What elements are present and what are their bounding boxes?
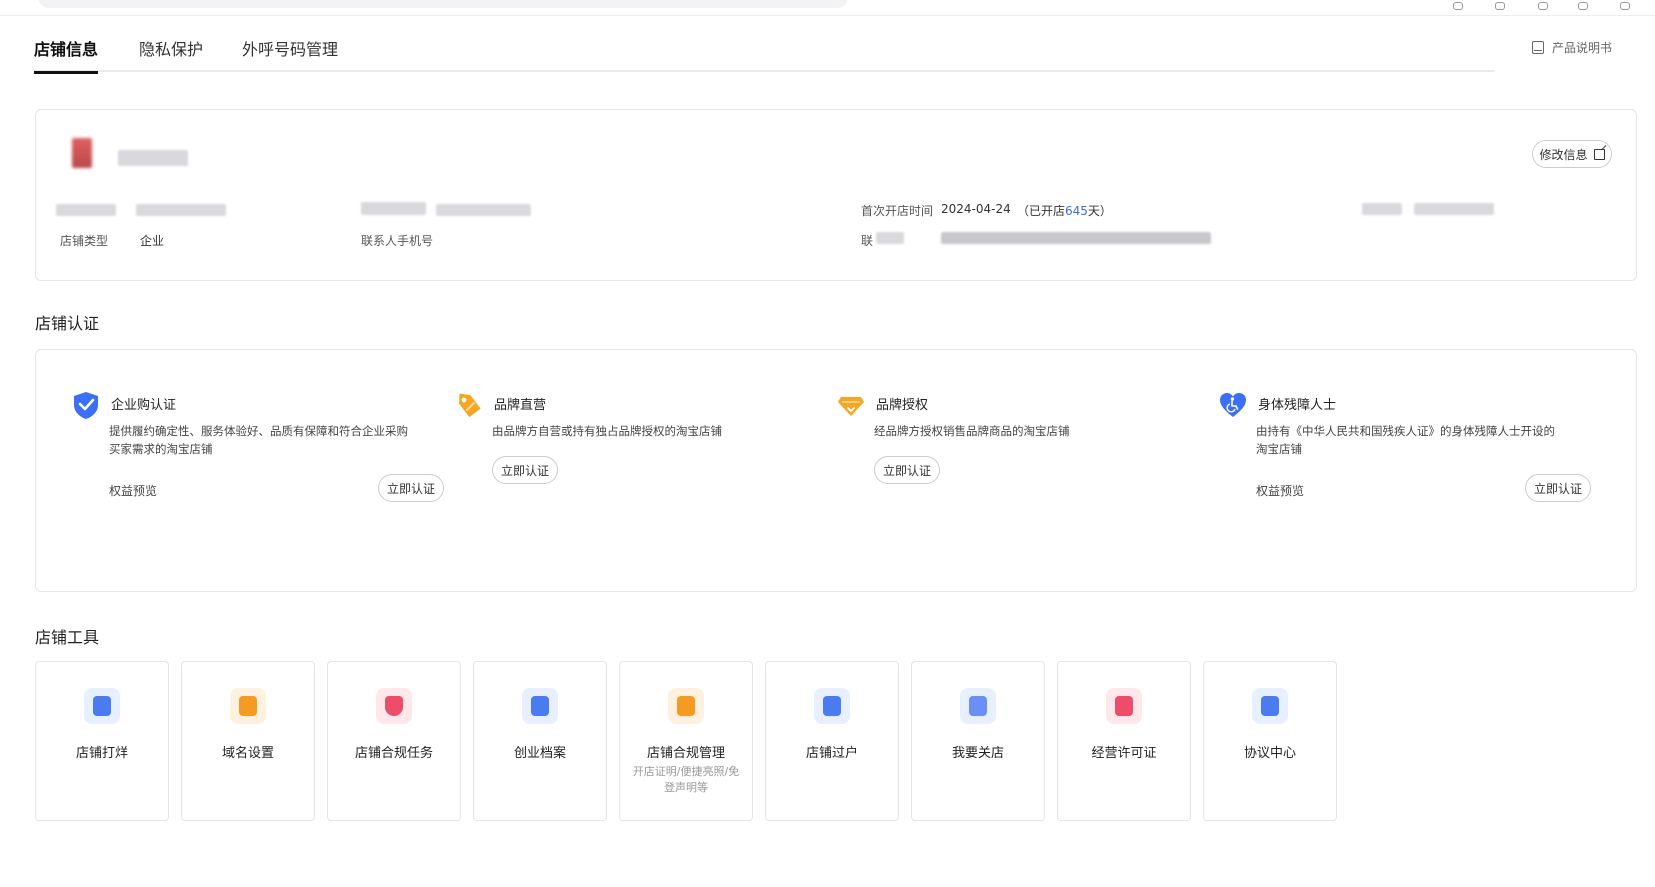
toolbar-icon[interactable] xyxy=(1538,2,1548,10)
benefit-preview-link[interactable]: 权益预览 xyxy=(1256,482,1304,499)
certify-now-button[interactable]: 立即认证 xyxy=(492,456,558,484)
cert-title: 企业购认证 xyxy=(111,398,177,413)
cert-title: 品牌直营 xyxy=(494,398,547,413)
heart-accessibility-icon xyxy=(1220,393,1246,417)
tool-close-store[interactable]: 我要关店 xyxy=(911,661,1045,821)
toolbar-icon[interactable] xyxy=(1495,2,1505,10)
certification-title: 店铺认证 xyxy=(35,314,100,333)
tab-bar: 店铺信息 隐私保护 外呼号码管理 xyxy=(34,34,1494,74)
address-bar[interactable] xyxy=(38,0,848,8)
tool-domain-settings[interactable]: 域名设置 xyxy=(181,661,315,821)
toolbar-icon[interactable] xyxy=(1578,2,1588,10)
blurred-text xyxy=(361,202,426,215)
benefit-preview-link[interactable]: 权益预览 xyxy=(109,482,157,499)
shield-check-icon xyxy=(74,392,98,419)
cert-title: 身体残障人士 xyxy=(1258,398,1337,413)
blurred-text xyxy=(56,204,116,216)
tag-icon xyxy=(459,393,481,418)
blurred-text xyxy=(136,204,226,216)
agreement-icon xyxy=(1252,688,1288,724)
product-manual-label: 产品说明书 xyxy=(1552,41,1613,55)
cert-desc: 由品牌方自营或持有独占品牌授权的淘宝店铺 xyxy=(492,424,722,438)
tool-label: 创业档案 xyxy=(513,746,566,761)
tools-title: 店铺工具 xyxy=(35,628,100,647)
tool-sublabel: 开店证明/便捷亮照/免登声明等 xyxy=(632,765,740,794)
blurred-text xyxy=(876,232,904,244)
toolbar-icon[interactable] xyxy=(1620,2,1630,10)
doc-manage-icon xyxy=(668,688,704,724)
tool-compliance-management[interactable]: 店铺合规管理 开店证明/便捷亮照/免登声明等 xyxy=(619,661,753,821)
edit-info-button[interactable]: 修改信息 xyxy=(1532,140,1612,168)
blurred-text xyxy=(1414,203,1494,215)
certify-now-button[interactable]: 立即认证 xyxy=(378,474,444,502)
store-name-blurred xyxy=(118,150,188,166)
tool-label: 店铺合规管理 xyxy=(646,746,725,761)
tool-label: 店铺打烊 xyxy=(75,746,128,761)
tool-label: 经营许可证 xyxy=(1091,746,1157,761)
certify-now-button[interactable]: 立即认证 xyxy=(874,456,940,484)
browser-top-strip xyxy=(0,0,1655,16)
contact-partial-label: 联 xyxy=(861,234,874,248)
external-link-icon xyxy=(1593,148,1605,160)
tool-startup-archive[interactable]: 创业档案 xyxy=(473,661,607,821)
tool-label: 协议中心 xyxy=(1243,746,1296,761)
blurred-text xyxy=(1362,203,1402,215)
contact-phone-label: 联系人手机号 xyxy=(361,234,434,248)
diamond-icon xyxy=(838,397,864,416)
store-type-value: 企业 xyxy=(140,234,165,248)
tool-store-transfer[interactable]: 店铺过户 xyxy=(765,661,899,821)
tab-store-info[interactable]: 店铺信息 xyxy=(34,38,99,74)
cert-desc: 提供履约确定性、服务体验好、品质有保障和符合企业采购买家需求的淘宝店铺 xyxy=(109,424,408,456)
transfer-icon xyxy=(814,688,850,724)
tab-privacy[interactable]: 隐私保护 xyxy=(139,38,203,70)
tool-label: 我要关店 xyxy=(951,746,1004,761)
open-time-value: 2024-04-24 xyxy=(941,202,1011,216)
tool-label: 域名设置 xyxy=(221,746,274,761)
close-store-icon xyxy=(960,688,996,724)
license-icon xyxy=(1106,688,1142,724)
open-time-label: 首次开店时间 xyxy=(861,204,934,218)
blurred-text xyxy=(436,204,531,216)
store-type-label: 店铺类型 xyxy=(60,234,109,248)
domain-icon xyxy=(230,688,266,724)
tool-agreement-center[interactable]: 协议中心 xyxy=(1203,661,1337,821)
store-info-card: 修改信息 首次开店时间 2024-04-24 （已开店645天） 店铺类型 企业… xyxy=(35,109,1637,281)
book-icon xyxy=(1532,41,1544,54)
tool-compliance-tasks[interactable]: 店铺合规任务 xyxy=(327,661,461,821)
certification-card: 企业购认证 提供履约确定性、服务体验好、品质有保障和符合企业采购买家需求的淘宝店… xyxy=(35,349,1637,592)
tab-outbound-numbers[interactable]: 外呼号码管理 xyxy=(242,38,338,70)
compliance-shield-icon xyxy=(376,688,412,724)
blurred-text xyxy=(941,232,1211,244)
tool-label: 店铺过户 xyxy=(805,746,858,761)
open-days-count: 645 xyxy=(1065,204,1088,218)
product-manual-link[interactable]: 产品说明书 xyxy=(1532,39,1612,56)
archive-icon xyxy=(522,688,558,724)
certify-now-button[interactable]: 立即认证 xyxy=(1525,474,1591,502)
toolbar-icon[interactable] xyxy=(1453,2,1463,10)
open-days-text: （已开店645天） xyxy=(1017,204,1112,218)
tool-label: 店铺合规任务 xyxy=(354,746,433,761)
tool-store-close[interactable]: 店铺打烊 xyxy=(35,661,169,821)
store-close-icon xyxy=(84,688,120,724)
tool-business-license[interactable]: 经营许可证 xyxy=(1057,661,1191,821)
cert-desc: 由持有《中华人民共和国残疾人证》的身体残障人士开设的淘宝店铺 xyxy=(1256,424,1555,456)
cert-desc: 经品牌方授权销售品牌商品的淘宝店铺 xyxy=(874,424,1070,438)
store-logo xyxy=(72,138,92,168)
cert-title: 品牌授权 xyxy=(876,398,929,413)
